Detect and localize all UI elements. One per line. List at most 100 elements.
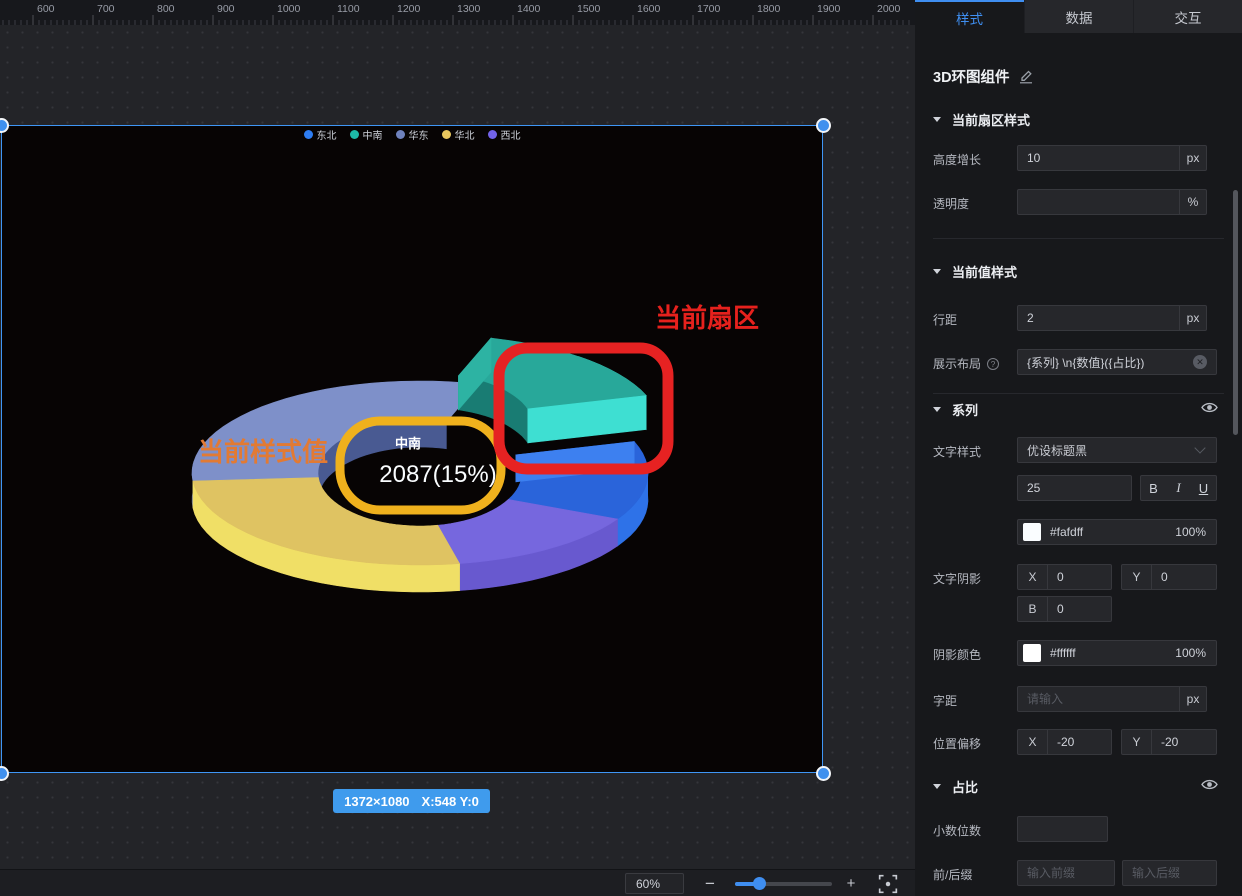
decimals-input[interactable] bbox=[1018, 822, 1107, 836]
fit-to-screen-button[interactable] bbox=[878, 874, 898, 894]
height-growth-input[interactable] bbox=[1018, 151, 1179, 165]
annotation-label-current-style: 当前样式值 bbox=[198, 432, 328, 469]
svg-text:1700: 1700 bbox=[697, 3, 721, 15]
chart-center-series: 中南 bbox=[395, 436, 421, 451]
panel-tabs: 样式 数据 交互 bbox=[915, 0, 1242, 33]
svg-text:1100: 1100 bbox=[337, 3, 360, 15]
horizontal-ruler: 6007008009001000110012001300140015001600… bbox=[0, 0, 915, 25]
opacity-input[interactable] bbox=[1018, 195, 1179, 209]
prefix-input[interactable] bbox=[1018, 866, 1114, 880]
clear-input-icon[interactable]: ✕ bbox=[1193, 355, 1207, 369]
unit-px: px bbox=[1179, 306, 1206, 330]
shadow-x-input[interactable] bbox=[1048, 570, 1111, 584]
prefix-field bbox=[1017, 860, 1115, 886]
zoom-out-button[interactable]: − bbox=[700, 870, 720, 896]
font-family-select[interactable]: 优设标题黑 bbox=[1017, 437, 1217, 463]
field-label: 行距 bbox=[933, 311, 957, 328]
zoom-slider[interactable] bbox=[735, 882, 832, 886]
section-header-value-style[interactable]: 当前值样式 bbox=[933, 262, 1017, 281]
suffix-input[interactable] bbox=[1123, 866, 1216, 880]
color-hex: #fafdff bbox=[1050, 525, 1175, 539]
field-label: 小数位数 bbox=[933, 822, 981, 839]
svg-text:1500: 1500 bbox=[577, 3, 601, 15]
x-key: X bbox=[1018, 730, 1048, 754]
decimals-field bbox=[1017, 816, 1108, 842]
display-layout-field: ✕ bbox=[1017, 349, 1217, 375]
b-key: B bbox=[1018, 597, 1048, 621]
selection-position: X:548 Y:0 bbox=[422, 794, 479, 809]
text-format-buttons: B I U bbox=[1140, 475, 1217, 501]
shadow-y-field: Y bbox=[1121, 564, 1217, 590]
x-key: X bbox=[1018, 565, 1048, 589]
y-key: Y bbox=[1122, 565, 1152, 589]
section-header-sector-style[interactable]: 当前扇区样式 bbox=[933, 110, 1030, 129]
color-alpha: 100% bbox=[1175, 646, 1206, 660]
component-title-row: 3D环图组件 bbox=[933, 66, 1033, 87]
line-spacing-input[interactable] bbox=[1018, 311, 1179, 325]
color-swatch[interactable] bbox=[1023, 523, 1041, 541]
shadow-y-input[interactable] bbox=[1152, 570, 1216, 584]
canvas-workspace[interactable]: 东北中南华东华北西北 中南 2087(15%) 当前扇区 当前样式值 1372×… bbox=[0, 25, 915, 869]
svg-text:1000: 1000 bbox=[277, 3, 301, 15]
visibility-eye-icon[interactable] bbox=[1201, 401, 1218, 414]
italic-button[interactable]: I bbox=[1167, 480, 1191, 496]
svg-text:1800: 1800 bbox=[757, 3, 781, 15]
panel-scrollbar[interactable] bbox=[1233, 190, 1238, 435]
font-size-input[interactable] bbox=[1018, 481, 1131, 495]
letter-spacing-input[interactable] bbox=[1018, 692, 1179, 706]
divider bbox=[933, 238, 1224, 239]
display-layout-input[interactable] bbox=[1018, 355, 1216, 369]
resize-handle-top-right[interactable] bbox=[816, 118, 831, 133]
zoom-slider-thumb[interactable] bbox=[753, 877, 766, 890]
bottom-bar: 60% − + bbox=[0, 869, 915, 896]
opacity-field: % bbox=[1017, 189, 1207, 215]
offset-y-input[interactable] bbox=[1152, 735, 1216, 749]
underline-button[interactable]: U bbox=[1192, 481, 1216, 496]
svg-text:1600: 1600 bbox=[637, 3, 661, 15]
field-label: 文字阴影 bbox=[933, 570, 981, 587]
annotation-label-current-sector: 当前扇区 bbox=[655, 298, 759, 335]
svg-text:2000: 2000 bbox=[877, 3, 901, 15]
zoom-level-value: 60% bbox=[636, 877, 660, 891]
svg-text:1400: 1400 bbox=[517, 3, 541, 15]
chart-center-value: 2087(15%) bbox=[379, 461, 496, 488]
color-alpha: 100% bbox=[1175, 525, 1206, 539]
resize-handle-bottom-left[interactable] bbox=[0, 766, 9, 781]
shadow-color-field[interactable]: #ffffff 100% bbox=[1017, 640, 1217, 666]
color-swatch[interactable] bbox=[1023, 644, 1041, 662]
field-label: 展示布局 bbox=[933, 355, 981, 372]
shadow-x-field: X bbox=[1017, 564, 1112, 590]
tab-style[interactable]: 样式 bbox=[915, 0, 1024, 33]
tab-data[interactable]: 数据 bbox=[1024, 0, 1133, 33]
app: 6007008009001000110012001300140015001600… bbox=[0, 0, 1242, 896]
font-color-field[interactable]: #fafdff 100% bbox=[1017, 519, 1217, 545]
svg-text:1200: 1200 bbox=[397, 3, 421, 15]
resize-handle-bottom-right[interactable] bbox=[816, 766, 831, 781]
field-label: 透明度 bbox=[933, 195, 969, 212]
field-label: 位置偏移 bbox=[933, 735, 981, 752]
color-hex: #ffffff bbox=[1050, 646, 1175, 660]
zoom-in-button[interactable]: + bbox=[841, 870, 861, 896]
tab-interaction[interactable]: 交互 bbox=[1133, 0, 1242, 33]
divider bbox=[933, 393, 1224, 394]
component-title: 3D环图组件 bbox=[933, 66, 1010, 87]
height-growth-field: px bbox=[1017, 145, 1207, 171]
bold-button[interactable]: B bbox=[1142, 481, 1166, 496]
edit-pencil-icon[interactable] bbox=[1019, 69, 1033, 84]
help-icon[interactable]: ? bbox=[987, 358, 999, 370]
letter-spacing-field: px bbox=[1017, 686, 1207, 712]
selection-size: 1372×1080 bbox=[344, 794, 409, 809]
y-key: Y bbox=[1122, 730, 1152, 754]
section-header-percent[interactable]: 占比 bbox=[933, 777, 978, 796]
svg-text:1900: 1900 bbox=[817, 3, 841, 15]
offset-x-input[interactable] bbox=[1048, 735, 1111, 749]
zoom-level-select[interactable]: 60% bbox=[625, 873, 684, 894]
shadow-blur-input[interactable] bbox=[1048, 602, 1111, 616]
unit-px: px bbox=[1179, 146, 1206, 170]
visibility-eye-icon[interactable] bbox=[1201, 778, 1218, 791]
svg-text:600: 600 bbox=[37, 3, 55, 15]
field-label-layout: 展示布局 ? bbox=[933, 355, 999, 372]
chevron-down-icon bbox=[1194, 442, 1205, 453]
chart-artboard[interactable]: 东北中南华东华北西北 中南 2087(15%) 当前扇区 当前样式值 bbox=[1, 125, 823, 773]
section-header-series[interactable]: 系列 bbox=[933, 400, 978, 419]
